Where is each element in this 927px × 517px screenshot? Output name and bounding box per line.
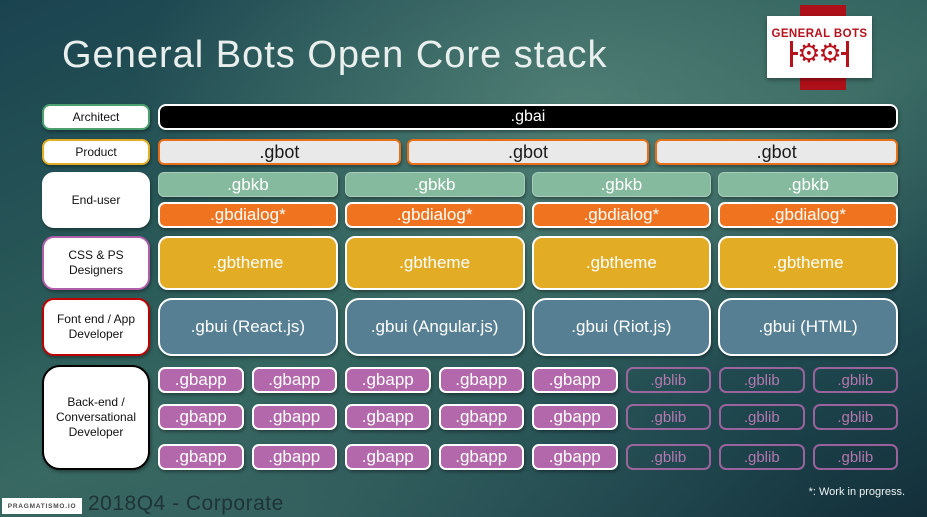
logo-wordmark: GENERAL BOTS xyxy=(771,27,868,40)
gblib-box: .gblib xyxy=(812,367,898,393)
slide: General Bots Open Core stack GENERAL BOT… xyxy=(0,0,927,517)
row-backend-3: .gbapp .gbapp .gbapp .gbapp .gbapp .gbli… xyxy=(158,444,898,470)
gblib-box: .gblib xyxy=(625,367,711,393)
row-gbkb: .gbkb .gbkb .gbkb .gbkb xyxy=(158,172,898,197)
gbtheme-box: .gbtheme xyxy=(344,236,525,290)
footer-caption: 2018Q4 - Corporate xyxy=(88,492,284,515)
gblib-box: .gblib xyxy=(812,404,898,430)
label-end-user: End-user xyxy=(42,172,150,228)
row-backend-1: .gbapp .gbapp .gbapp .gbapp .gbapp .gbli… xyxy=(158,367,898,393)
gbapp-box: .gbapp xyxy=(438,404,524,430)
gear-icon: ⚙ xyxy=(797,38,821,69)
gbapp-box: .gbapp xyxy=(532,404,618,430)
gbdialog-box: .gbdialog* xyxy=(718,202,898,228)
label-css-ps-designers: CSS & PS Designers xyxy=(42,236,150,290)
gbapp-box: .gbapp xyxy=(158,404,244,430)
gbapp-box: .gbapp xyxy=(251,404,337,430)
gbapp-box: .gbapp xyxy=(532,444,618,470)
pragmatismo-logo: PRAGMATISMO.IO xyxy=(2,498,82,514)
gbkb-box: .gbkb xyxy=(158,172,338,197)
gbapp-box: .gbapp xyxy=(158,367,244,393)
gblib-box: .gblib xyxy=(719,444,805,470)
gblib-box: .gblib xyxy=(719,404,805,430)
gbdialog-box: .gbdialog* xyxy=(531,202,712,228)
gblib-box: .gblib xyxy=(719,367,805,393)
gear-icon: ⚙ xyxy=(818,38,842,69)
gbapp-box: .gbapp xyxy=(251,444,337,470)
gblib-box: .gblib xyxy=(812,444,898,470)
gbkb-box: .gbkb xyxy=(531,172,712,197)
gbkb-box: .gbkb xyxy=(344,172,525,197)
gbapp-box: .gbapp xyxy=(438,444,524,470)
gbdialog-box: .gbdialog* xyxy=(344,202,525,228)
gbui-react-box: .gbui (React.js) xyxy=(158,298,338,356)
gbot-box: .gbot xyxy=(158,139,401,165)
row-gbot: .gbot .gbot .gbot xyxy=(158,139,899,165)
general-bots-logo: GENERAL BOTS ⚙ ⚙ xyxy=(767,16,872,78)
gbapp-box: .gbapp xyxy=(158,444,244,470)
gbapp-box: .gbapp xyxy=(251,367,337,393)
gbapp-box: .gbapp xyxy=(345,367,431,393)
label-product: Product xyxy=(42,139,150,165)
row-gbai: .gbai xyxy=(158,104,898,130)
gbapp-box: .gbapp xyxy=(532,367,618,393)
gbdialog-box: .gbdialog* xyxy=(158,202,338,228)
label-backend-conversational-developer: Back-end / Conversational Developer xyxy=(42,365,150,470)
gbapp-box: .gbapp xyxy=(345,404,431,430)
gbai-box: .gbai xyxy=(158,104,898,130)
gblib-box: .gblib xyxy=(625,404,711,430)
gbui-html-box: .gbui (HTML) xyxy=(718,298,898,356)
label-architect: Architect xyxy=(42,104,150,130)
gbtheme-box: .gbtheme xyxy=(158,236,338,290)
gbui-angular-box: .gbui (Angular.js) xyxy=(344,298,525,356)
gbot-box: .gbot xyxy=(406,139,650,165)
label-frontend-app-developer: Font end / App Developer xyxy=(42,298,150,356)
row-gbui: .gbui (React.js) .gbui (Angular.js) .gbu… xyxy=(158,298,898,356)
gblib-box: .gblib xyxy=(625,444,711,470)
gbui-riot-box: .gbui (Riot.js) xyxy=(531,298,712,356)
gbtheme-box: .gbtheme xyxy=(531,236,712,290)
page-title: General Bots Open Core stack xyxy=(62,34,608,76)
row-gbtheme: .gbtheme .gbtheme .gbtheme .gbtheme xyxy=(158,236,898,290)
row-gbdialog: .gbdialog* .gbdialog* .gbdialog* .gbdial… xyxy=(158,202,898,228)
row-backend-2: .gbapp .gbapp .gbapp .gbapp .gbapp .gbli… xyxy=(158,404,898,430)
work-in-progress-footnote: *: Work in progress. xyxy=(808,486,905,498)
gear-axle-right xyxy=(845,40,849,67)
gbtheme-box: .gbtheme xyxy=(718,236,898,290)
gears-icon: ⚙ ⚙ xyxy=(790,38,849,69)
gbot-box: .gbot xyxy=(655,139,899,165)
gbkb-box: .gbkb xyxy=(718,172,898,197)
gbapp-box: .gbapp xyxy=(438,367,524,393)
gbapp-box: .gbapp xyxy=(345,444,431,470)
